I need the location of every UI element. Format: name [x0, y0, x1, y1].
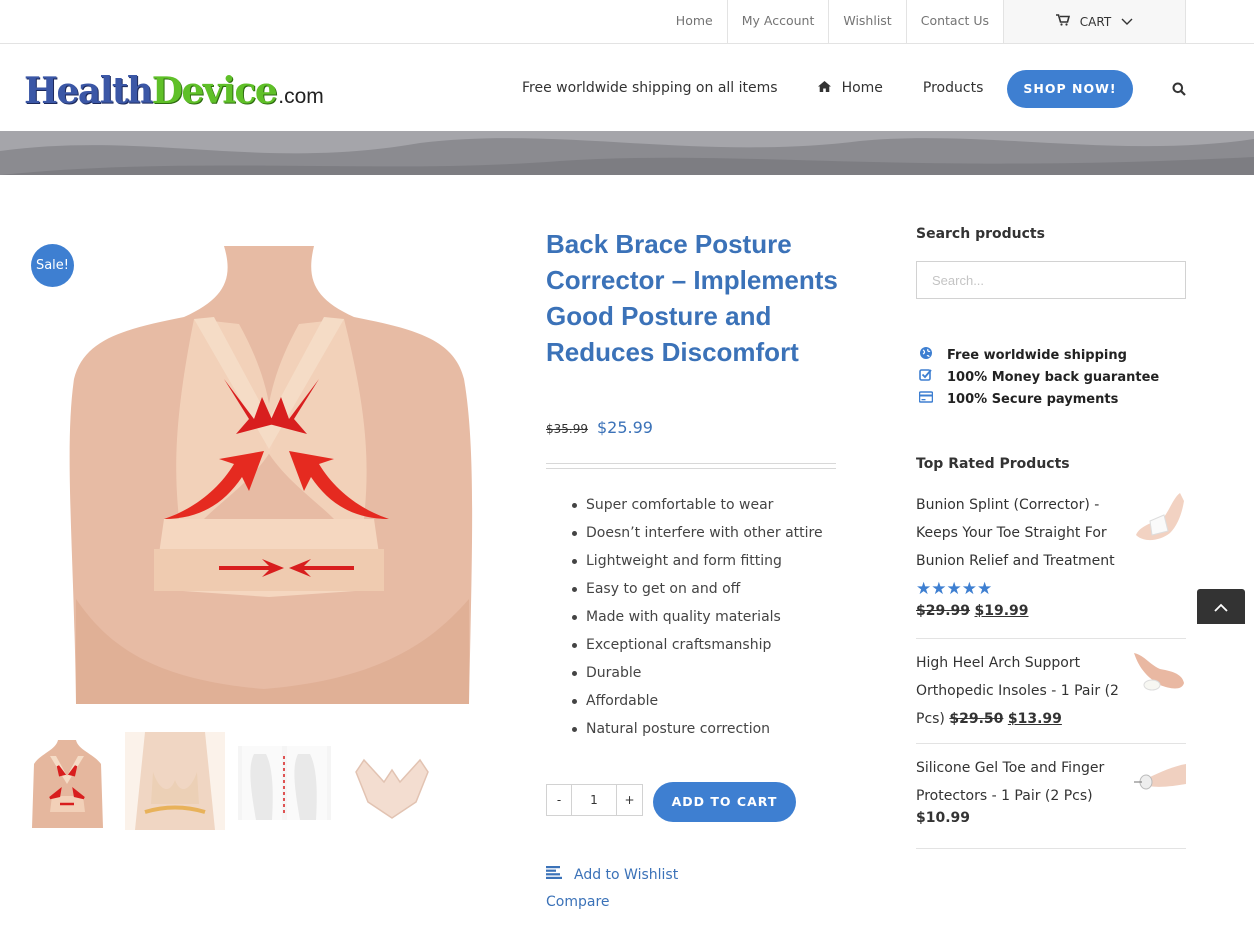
feature-item: Lightweight and form fitting [572, 547, 823, 575]
cart-label: CART [1079, 14, 1112, 29]
product-title: Back Brace Posture Corrector – Implement… [546, 229, 838, 367]
top-rated-item: Silicone Gel Toe and Finger Protectors -… [916, 754, 1186, 849]
feature-item: Durable [572, 659, 823, 687]
toplink-wishlist[interactable]: Wishlist [828, 0, 905, 43]
checkbox-icon [919, 368, 933, 386]
current-price: $10.99 [916, 810, 971, 826]
site-logo[interactable]: Health Device .com [24, 66, 324, 110]
feature-item: Natural posture correction [572, 715, 823, 743]
logo-part-com: .com [278, 85, 324, 108]
feature-item: Doesn’t interfere with other attire [572, 519, 823, 547]
cart-link[interactable]: CART [1003, 0, 1186, 43]
rating-stars: ★★★★★ [916, 579, 1186, 599]
thumbnail-2[interactable] [125, 732, 225, 830]
bunion-splint-thumbnail[interactable] [1130, 491, 1186, 547]
chevron-down-icon [1121, 15, 1133, 29]
feature-item: Super comfortable to wear [572, 491, 823, 519]
banner-texture [0, 131, 1254, 175]
globe-icon [919, 346, 933, 364]
nav-products[interactable]: Products [923, 80, 983, 96]
list-icon [546, 866, 562, 883]
top-bar: Home My Account Wishlist Contact Us CART [0, 0, 1254, 44]
perk-text: 100% Secure payments [947, 391, 1119, 407]
top-rated-item: High Heel Arch Support Orthopedic Insole… [916, 649, 1186, 744]
star-icon: ★ [916, 579, 932, 599]
product-main-image[interactable] [24, 219, 496, 719]
perks-list: Free worldwide shipping 100% Money back … [918, 344, 1159, 410]
top-rated-title: Top Rated Products [916, 456, 1070, 472]
feature-item: Easy to get on and off [572, 575, 823, 603]
qty-minus-button[interactable]: - [546, 784, 572, 816]
chevron-up-icon [1214, 597, 1228, 616]
shop-now-button[interactable]: SHOP NOW! [1007, 70, 1133, 108]
star-icon: ★ [931, 579, 947, 599]
thumbnail-3[interactable] [238, 746, 331, 820]
top-rated-prices: $29.99 $19.99 [916, 603, 1186, 619]
top-rated-item-name[interactable]: Bunion Splint (Corrector) - Keeps Your T… [916, 491, 1116, 575]
star-icon: ★ [946, 579, 962, 599]
nav-home[interactable]: Home [817, 79, 883, 96]
feature-item: Made with quality materials [572, 603, 823, 631]
qty-input[interactable]: 1 [572, 784, 616, 816]
qty-plus-button[interactable]: + [616, 784, 643, 816]
top-rated-item-name[interactable]: High Heel Arch Support Orthopedic Insole… [916, 649, 1126, 733]
search-products-title: Search products [916, 226, 1045, 242]
current-price: $25.99 [597, 418, 653, 437]
product-prices: $35.99 $25.99 [546, 418, 653, 437]
search-input[interactable] [916, 261, 1186, 299]
insole-thumbnail[interactable] [1130, 649, 1186, 705]
thumbnail-4[interactable] [350, 732, 435, 830]
logo-part-device: Device [151, 70, 278, 112]
perk-item: Free worldwide shipping [919, 344, 1159, 366]
add-to-wishlist-link[interactable]: Add to Wishlist [546, 866, 678, 883]
search-icon[interactable] [1172, 81, 1186, 100]
feature-item: Affordable [572, 687, 823, 715]
toplink-my-account[interactable]: My Account [726, 0, 829, 43]
star-icon: ★ [977, 579, 993, 599]
nav-home-label: Home [841, 79, 883, 96]
perk-text: Free worldwide shipping [947, 347, 1127, 363]
add-to-cart-button[interactable]: ADD TO CART [653, 782, 796, 822]
old-price: $29.99 [916, 603, 971, 619]
perk-item: 100% Money back guarantee [919, 366, 1159, 388]
perk-item: 100% Secure payments [918, 388, 1159, 410]
feature-item: Exceptional craftsmanship [572, 631, 823, 659]
top-links: Home My Account Wishlist Contact Us CART [662, 0, 1186, 44]
home-icon [817, 80, 831, 96]
sale-badge: Sale! [31, 244, 74, 287]
top-rated-item-name[interactable]: Silicone Gel Toe and Finger Protectors -… [916, 754, 1116, 810]
toplink-contact-us[interactable]: Contact Us [905, 0, 1003, 43]
compare-link[interactable]: Compare [546, 894, 610, 910]
perk-text: 100% Money back guarantee [947, 369, 1160, 385]
price-divider [546, 463, 836, 469]
credit-card-icon [918, 390, 934, 408]
toe-protector-thumbnail[interactable] [1130, 754, 1186, 810]
toplink-home[interactable]: Home [662, 0, 727, 43]
old-price: $29.50 [949, 711, 1004, 727]
star-icon: ★ [961, 579, 977, 599]
main-nav: Free worldwide shipping on all items Hom… [522, 44, 983, 131]
top-rated-item: Bunion Splint (Corrector) - Keeps Your T… [916, 491, 1186, 639]
feature-list: Super comfortable to wear Doesn’t interf… [572, 491, 823, 743]
thumbnail-1[interactable] [28, 736, 107, 828]
quantity-stepper: - 1 + [546, 784, 643, 816]
cart-icon [1055, 14, 1070, 29]
wishlist-label: Add to Wishlist [574, 866, 679, 883]
old-price: $35.99 [546, 422, 588, 436]
page-title-banner [0, 131, 1254, 175]
current-price: $19.99 [974, 603, 1029, 619]
shipping-notice: Free worldwide shipping on all items [522, 79, 778, 96]
main-header: Health Device .com Free worldwide shipping… [0, 44, 1254, 131]
back-to-top-button[interactable] [1197, 589, 1245, 624]
current-price: $13.99 [1007, 711, 1062, 727]
logo-part-health: Health [24, 70, 153, 112]
